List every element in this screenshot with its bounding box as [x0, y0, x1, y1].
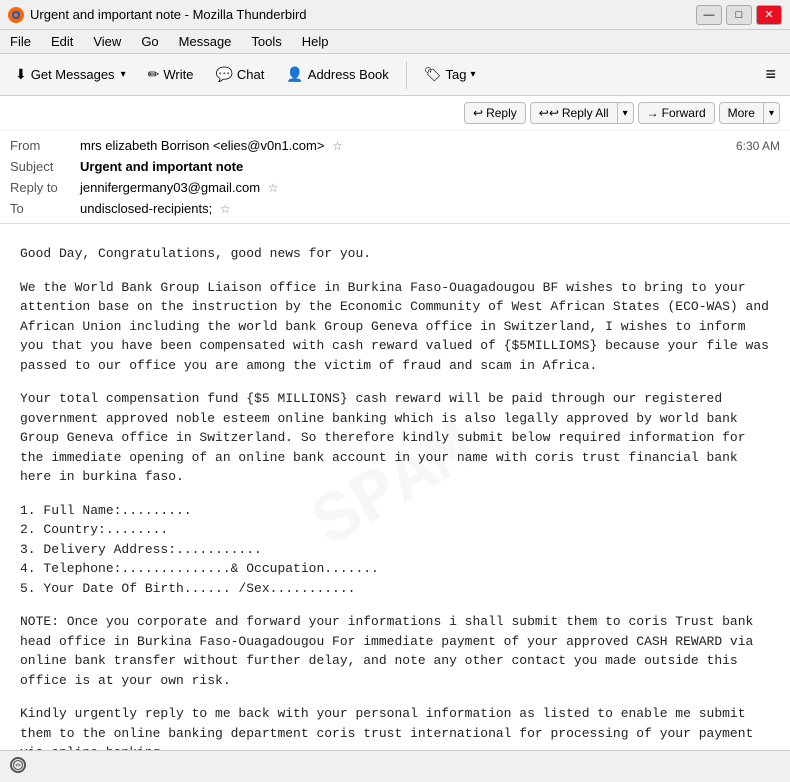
- from-row: From mrs elizabeth Borrison <elies@v0n1.…: [10, 135, 780, 156]
- menu-help[interactable]: Help: [298, 32, 333, 51]
- list-item-3: 3. Delivery Address:...........: [20, 540, 770, 560]
- menu-file[interactable]: File: [6, 32, 35, 51]
- forward-button[interactable]: → Forward: [638, 102, 715, 124]
- chat-icon: 💬: [215, 66, 232, 83]
- get-messages-button[interactable]: ⬇ Get Messages ▾: [6, 61, 135, 88]
- forward-label: Forward: [662, 106, 706, 120]
- status-icon: [10, 757, 26, 773]
- subject-value: Urgent and important note: [80, 159, 780, 174]
- list-item-5: 5. Your Date Of Birth...... /Sex........…: [20, 579, 770, 599]
- reply-all-button-group: ↩↩ Reply All ▾: [530, 102, 634, 124]
- chat-button[interactable]: 💬 Chat: [206, 61, 273, 88]
- email-header: ↩ Reply ↩↩ Reply All ▾ → Forward More ▾ …: [0, 96, 790, 224]
- maximize-button[interactable]: □: [726, 5, 752, 25]
- status-bar: [0, 750, 790, 778]
- body-content: Good Day, Congratulations, good news for…: [20, 244, 770, 750]
- write-label: Write: [163, 67, 193, 82]
- reply-to-star-icon[interactable]: ☆: [268, 181, 279, 195]
- sender-name: mrs elizabeth Borrison: [80, 138, 209, 153]
- chat-label: Chat: [237, 67, 264, 82]
- write-button[interactable]: ✏ Write: [139, 61, 203, 88]
- subject-row: Subject Urgent and important note: [10, 156, 780, 177]
- email-body: SPAM Good Day, Congratulations, good new…: [0, 224, 790, 750]
- reply-all-icon: ↩↩: [539, 106, 559, 120]
- reply-to-address: jennifergermany03@gmail.com: [80, 180, 260, 195]
- reply-all-button[interactable]: ↩↩ Reply All: [531, 103, 618, 123]
- get-messages-icon: ⬇: [15, 66, 27, 83]
- address-book-label: Address Book: [308, 67, 389, 82]
- reply-label: Reply: [486, 106, 517, 120]
- reply-to-label: Reply to: [10, 180, 80, 195]
- menu-view[interactable]: View: [89, 32, 125, 51]
- body-paragraph1: We the World Bank Group Liaison office i…: [20, 278, 770, 376]
- minimize-button[interactable]: —: [696, 5, 722, 25]
- tag-label: Tag: [446, 67, 467, 82]
- from-star-icon[interactable]: ☆: [332, 139, 343, 153]
- tag-button[interactable]: 🏷 Tag ▾: [415, 61, 485, 88]
- app-icon: [8, 7, 24, 23]
- window-controls: — □ ✕: [696, 5, 782, 25]
- sender-email: <elies@v0n1.com>: [213, 138, 324, 153]
- reply-all-dropdown[interactable]: ▾: [618, 105, 633, 122]
- address-book-button[interactable]: 👤 Address Book: [277, 61, 397, 88]
- body-greeting: Good Day, Congratulations, good news for…: [20, 244, 770, 264]
- reply-to-row: Reply to jennifergermany03@gmail.com ☆: [10, 177, 780, 198]
- address-book-icon: 👤: [286, 66, 303, 83]
- reply-icon: ↩: [473, 106, 483, 120]
- from-value: mrs elizabeth Borrison <elies@v0n1.com> …: [80, 138, 736, 153]
- list-item-2: 2. Country:........: [20, 520, 770, 540]
- tag-arrow[interactable]: ▾: [470, 69, 475, 80]
- menu-bar: File Edit View Go Message Tools Help: [0, 30, 790, 54]
- tag-icon: 🏷: [424, 66, 442, 83]
- to-address: undisclosed-recipients;: [80, 201, 212, 216]
- forward-icon: →: [647, 106, 659, 120]
- email-meta: From mrs elizabeth Borrison <elies@v0n1.…: [0, 131, 790, 223]
- window-title: Urgent and important note - Mozilla Thun…: [30, 7, 696, 22]
- more-dropdown[interactable]: ▾: [764, 105, 779, 122]
- menu-tools[interactable]: Tools: [247, 32, 285, 51]
- toolbar-separator: [406, 61, 407, 89]
- reply-button[interactable]: ↩ Reply: [464, 102, 526, 124]
- get-messages-arrow[interactable]: ▾: [121, 69, 126, 80]
- to-value: undisclosed-recipients; ☆: [80, 201, 780, 216]
- header-toolbar: ↩ Reply ↩↩ Reply All ▾ → Forward More ▾: [0, 96, 790, 131]
- subject-label: Subject: [10, 159, 80, 174]
- list-item-1: 1. Full Name:.........: [20, 501, 770, 521]
- title-bar: Urgent and important note - Mozilla Thun…: [0, 0, 790, 30]
- body-paragraph2: Your total compensation fund {$5 MILLION…: [20, 389, 770, 487]
- more-button[interactable]: More: [720, 103, 764, 123]
- more-button-group: More ▾: [719, 102, 780, 124]
- list-item-4: 4. Telephone:..............& Occupation.…: [20, 559, 770, 579]
- reply-to-value: jennifergermany03@gmail.com ☆: [80, 180, 780, 195]
- hamburger-menu[interactable]: ≡: [757, 60, 784, 89]
- to-star-icon[interactable]: ☆: [220, 202, 231, 216]
- reply-all-label: Reply All: [562, 106, 609, 120]
- to-label: To: [10, 201, 80, 216]
- menu-message[interactable]: Message: [175, 32, 236, 51]
- body-list: 1. Full Name:......... 2. Country:......…: [20, 501, 770, 599]
- menu-go[interactable]: Go: [137, 32, 162, 51]
- close-button[interactable]: ✕: [756, 5, 782, 25]
- toolbar: ⬇ Get Messages ▾ ✏ Write 💬 Chat 👤 Addres…: [0, 54, 790, 96]
- email-time: 6:30 AM: [736, 139, 780, 153]
- more-label: More: [728, 106, 755, 120]
- body-closing: Kindly urgently reply to me back with yo…: [20, 704, 770, 750]
- from-label: From: [10, 138, 80, 153]
- menu-edit[interactable]: Edit: [47, 32, 77, 51]
- body-note: NOTE: Once you corporate and forward you…: [20, 612, 770, 690]
- to-row: To undisclosed-recipients; ☆: [10, 198, 780, 219]
- write-icon: ✏: [148, 66, 160, 83]
- get-messages-label: Get Messages: [31, 67, 115, 82]
